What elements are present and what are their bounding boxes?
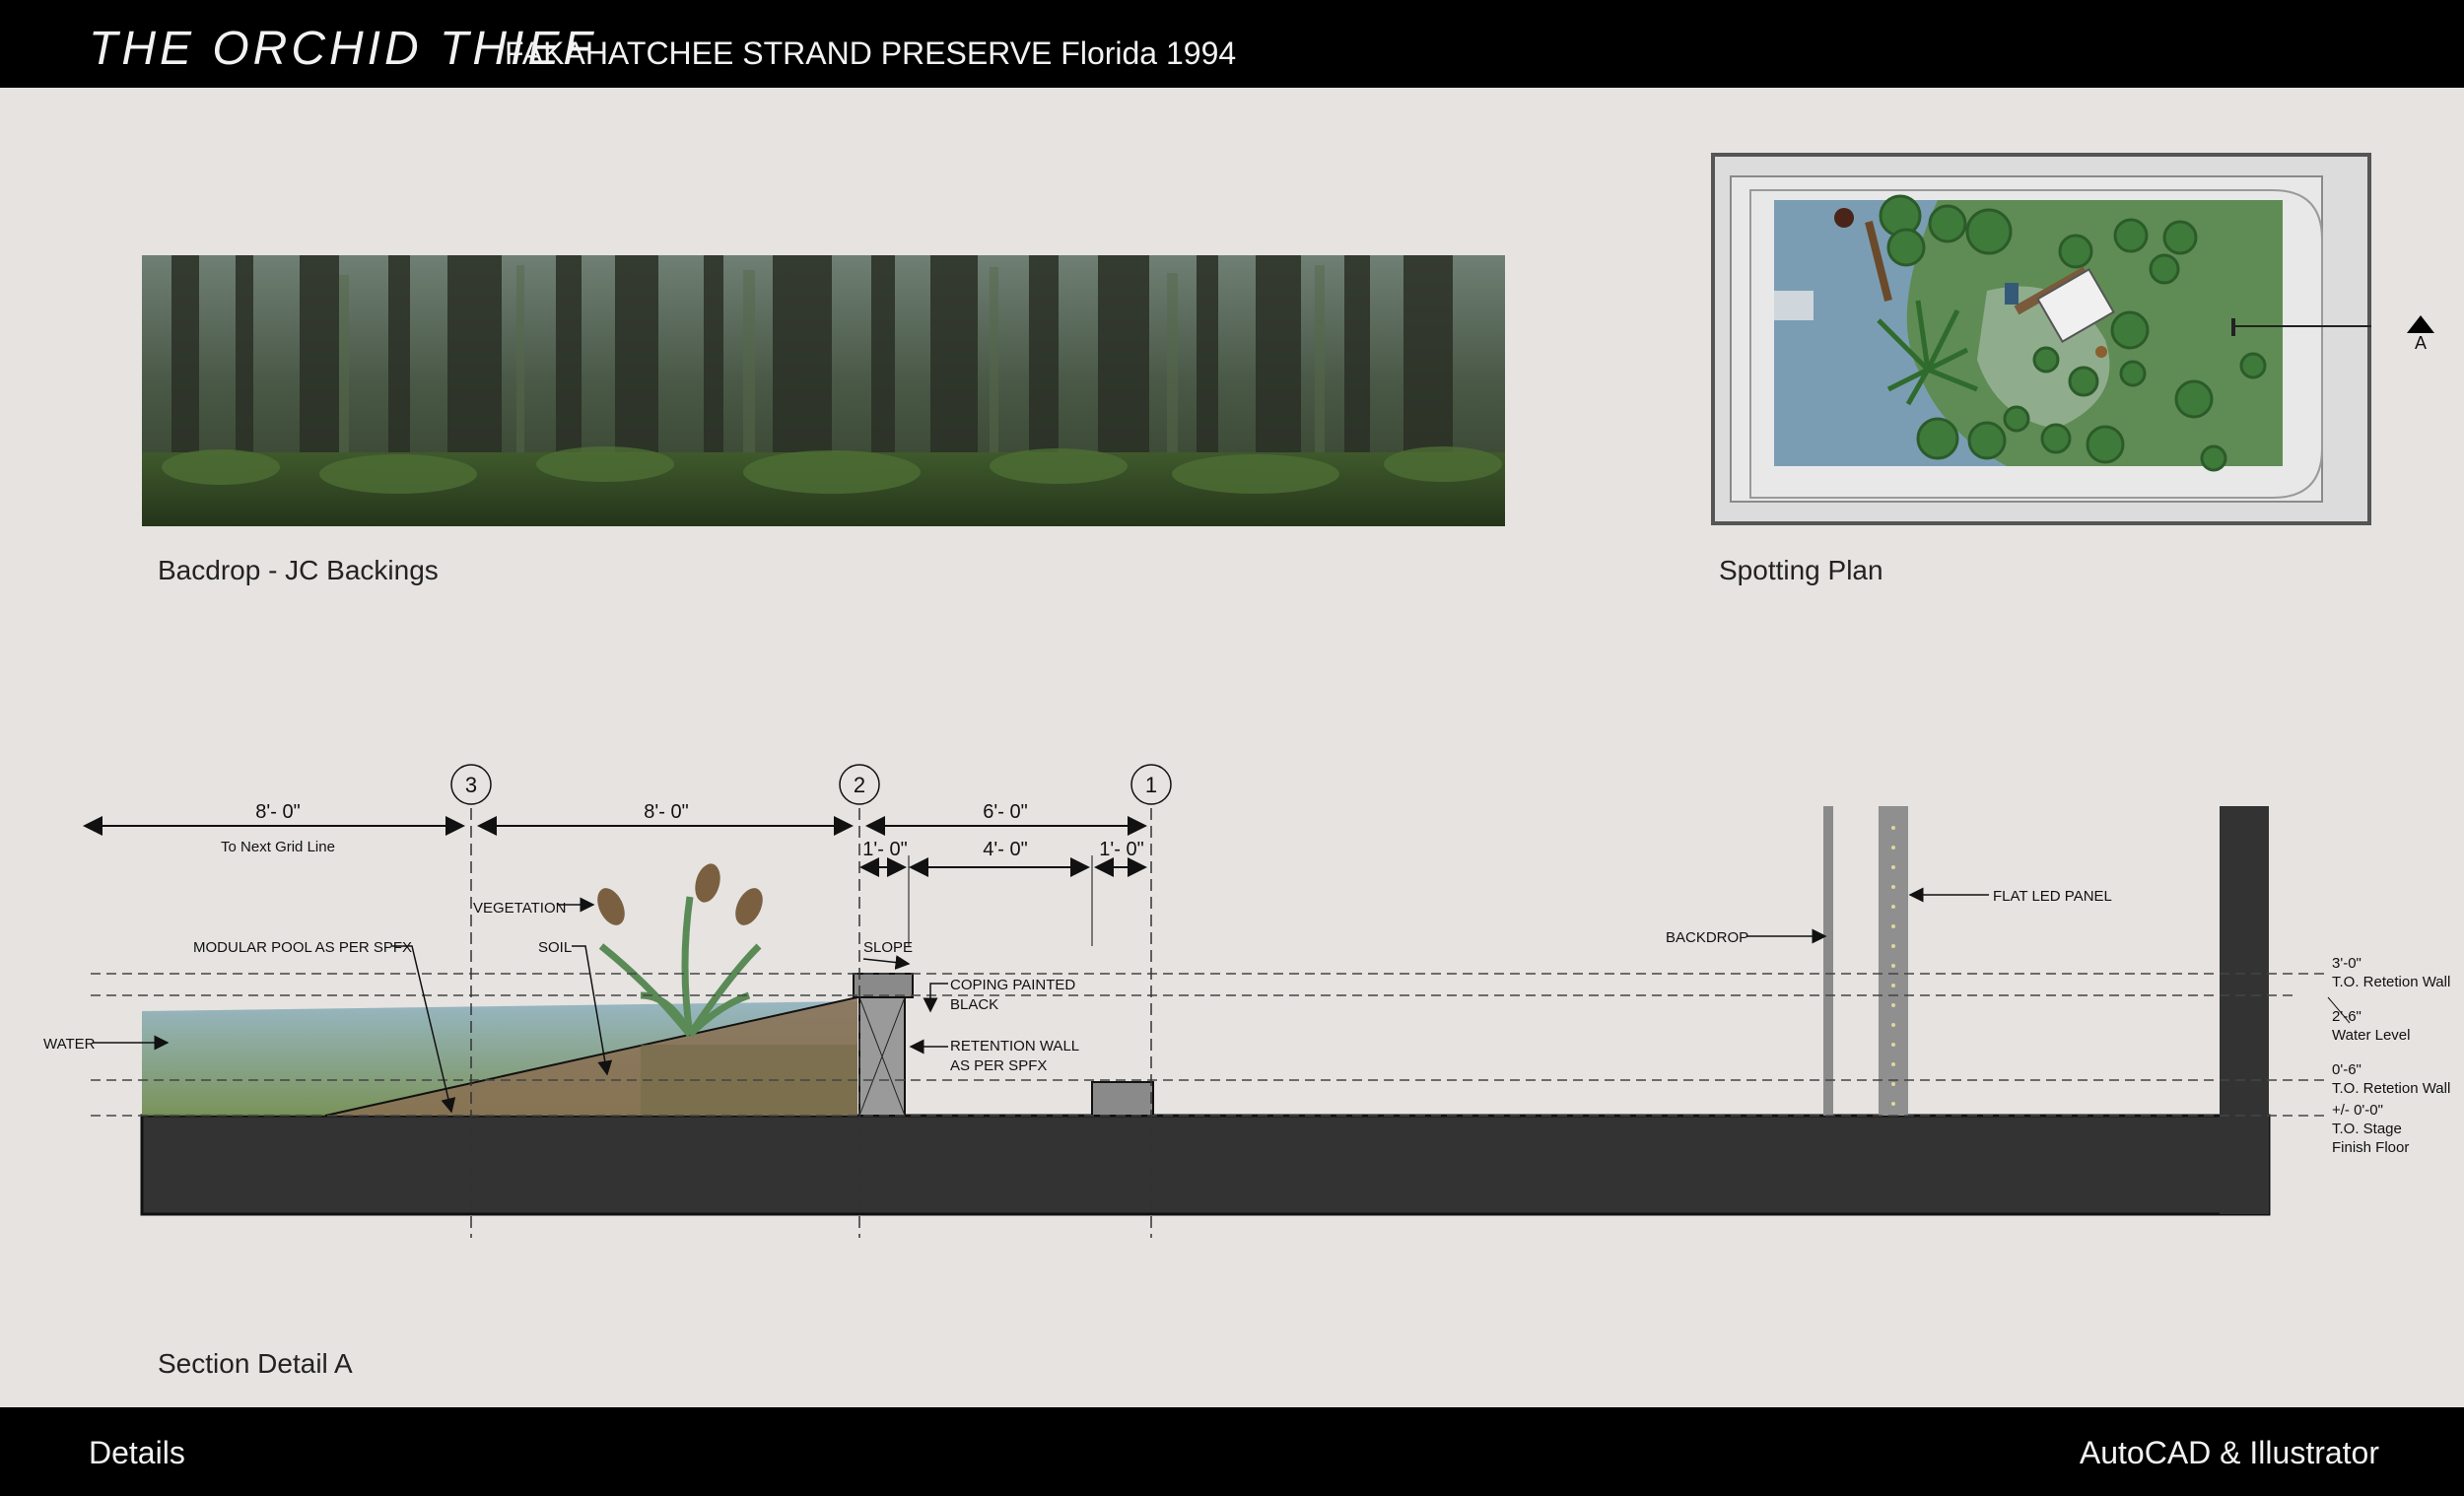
dim-1-note: To Next Grid Line [221, 839, 335, 855]
level-1-value: 3'-0" [2332, 955, 2361, 972]
level-3-text: T.O. Retetion Wall [2332, 1080, 2450, 1097]
spotting-plan [1711, 153, 2430, 525]
section-cut-label: A [2415, 333, 2428, 353]
grid-marker-2: 2 [854, 773, 865, 797]
project-subtitle: FAKAHATCHEE STRAND PRESERVE Florida 1994 [505, 35, 1237, 71]
label-soil: SOIL [538, 939, 572, 956]
level-1-text: T.O. Retetion Wall [2332, 974, 2450, 990]
level-2-value: 2'-6" [2332, 1008, 2361, 1025]
dim-3: 6'- 0" [983, 801, 1027, 823]
level-4-text-2: Finish Floor [2332, 1139, 2409, 1156]
grid-marker-1: 1 [1145, 773, 1157, 797]
backdrop-image [142, 255, 1505, 526]
dim-6: 1'- 0" [1099, 839, 1143, 860]
label-slope: SLOPE [863, 939, 913, 956]
section-caption: Section Detail A [158, 1348, 353, 1379]
section-detail-drawing: 3 2 1 8'- 0" To Next Grid Line 8'- 0" 6'… [0, 749, 2464, 1261]
header-bar: THE ORCHID THIEF FAKAHATCHEE STRAND PRES… [0, 0, 2464, 88]
dim-2: 8'- 0" [644, 801, 688, 823]
footer-left-text: Details [89, 1435, 185, 1470]
label-backdrop: BACKDROP [1666, 929, 1748, 946]
dim-1: 8'- 0" [255, 801, 300, 823]
label-retention-1: RETENTION WALL [950, 1038, 1079, 1054]
dim-4: 1'- 0" [862, 839, 907, 860]
footer-bar: Details AutoCAD & Illustrator [0, 1407, 2464, 1496]
level-3-value: 0'-6" [2332, 1061, 2361, 1078]
label-led-panel: FLAT LED PANEL [1993, 888, 2112, 905]
spotting-caption: Spotting Plan [1719, 555, 1883, 585]
level-4-value: +/- 0'-0" [2332, 1102, 2383, 1119]
level-4-text-1: T.O. Stage [2332, 1121, 2402, 1137]
label-modular-pool: MODULAR POOL AS PER SPFX [193, 939, 412, 956]
label-coping-1: COPING PAINTED [950, 977, 1075, 993]
label-retention-2: AS PER SPFX [950, 1057, 1047, 1074]
level-2-text: Water Level [2332, 1027, 2410, 1044]
label-vegetation: VEGETATION [473, 900, 566, 917]
backdrop-caption: Bacdrop - JC Backings [158, 555, 439, 585]
label-water: WATER [43, 1036, 96, 1053]
label-coping-2: BLACK [950, 996, 998, 1013]
footer-right-text: AutoCAD & Illustrator [2079, 1435, 2379, 1470]
section-cut-marker: A [2403, 313, 2438, 353]
grid-marker-3: 3 [465, 773, 477, 797]
dim-5: 4'- 0" [983, 839, 1027, 860]
